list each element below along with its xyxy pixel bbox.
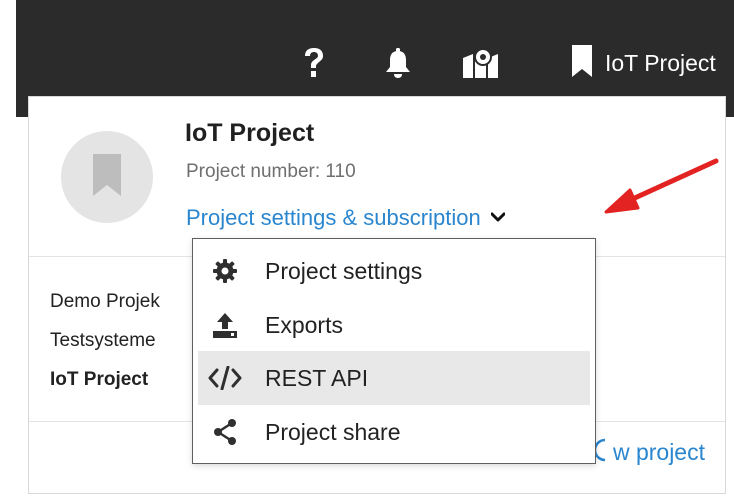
menu-item-project-settings[interactable]: Project settings	[198, 244, 590, 298]
new-project-link[interactable]: w project	[589, 437, 705, 467]
project-list: Demo Projek Testsysteme IoT Project	[50, 282, 160, 399]
menu-item-rest-api[interactable]: REST API	[198, 351, 590, 405]
bell-icon[interactable]	[384, 46, 412, 80]
project-list-item[interactable]: Demo Projek	[50, 282, 160, 321]
menu-item-label: Project settings	[265, 257, 423, 284]
menu-item-label: Project share	[265, 418, 401, 445]
project-list-item-current[interactable]: IoT Project	[50, 360, 160, 399]
bookmark-icon	[92, 153, 122, 202]
menu-item-exports[interactable]: Exports	[198, 298, 590, 352]
chevron-down-icon[interactable]	[490, 209, 506, 227]
project-avatar	[61, 131, 153, 223]
upload-icon	[207, 312, 243, 338]
annotation-arrow-icon	[598, 152, 720, 227]
menu-item-project-share[interactable]: Project share	[198, 405, 590, 459]
code-icon	[207, 366, 243, 390]
project-name: IoT Project	[185, 119, 315, 147]
map-pin-icon[interactable]	[462, 46, 500, 80]
new-project-label: w project	[612, 438, 705, 465]
current-project-label: IoT Project	[605, 49, 716, 76]
project-settings-dropdown: Project settings Exports REST API Projec…	[192, 238, 596, 464]
project-settings-subscription-link[interactable]: Project settings & subscription	[186, 201, 506, 235]
project-settings-subscription-label: Project settings & subscription	[186, 205, 481, 230]
project-number: Project number: 110	[186, 161, 356, 182]
bookmark-icon	[571, 44, 593, 83]
current-project-button[interactable]: IoT Project	[571, 44, 716, 82]
project-list-item[interactable]: Testsysteme	[50, 321, 160, 360]
gear-icon	[207, 259, 243, 283]
question-mark-icon[interactable]	[303, 46, 325, 80]
menu-item-label: Exports	[265, 311, 343, 338]
menu-item-label: REST API	[265, 364, 369, 391]
share-icon	[207, 419, 243, 445]
